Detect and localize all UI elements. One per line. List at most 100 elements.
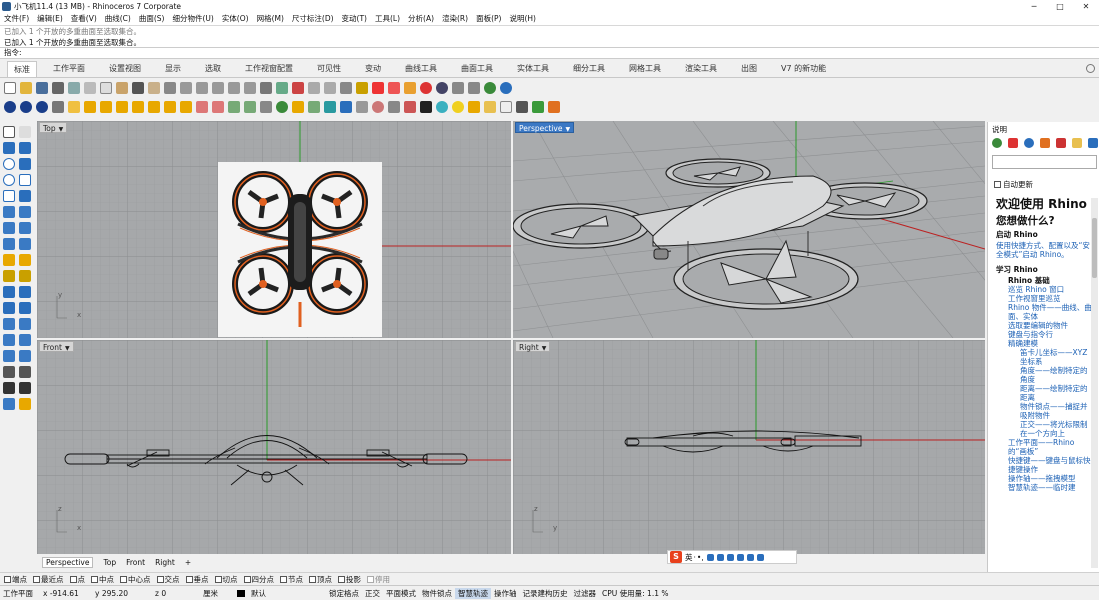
osnap-tangent[interactable]: 切点 [214,574,238,585]
properties-panel-icon[interactable] [992,138,1002,148]
osnap-project[interactable]: 投影 [338,574,361,585]
import-icon[interactable] [68,82,80,94]
menu-analyze[interactable]: 分析(A) [408,13,434,24]
grid-icon[interactable] [3,366,15,378]
osnap-end[interactable]: 端点 [4,574,27,585]
minimize-button[interactable]: ─ [1021,0,1047,12]
checkmark-icon[interactable] [3,382,15,394]
vp-tab-front[interactable]: Front [126,558,145,567]
snapshot-icon[interactable] [452,82,464,94]
layers-panel-icon[interactable] [1008,138,1018,148]
material-icon[interactable] [404,82,416,94]
capture-icon[interactable] [516,101,528,113]
menu-help[interactable]: 说明(H) [509,13,536,24]
rendered-icon[interactable] [36,101,48,113]
hide-icon[interactable] [340,82,352,94]
help-link[interactable]: 工作视窗里巡览 [1008,294,1094,303]
help-sublink[interactable]: 物件锁点——捕捉并吸附物件 [1020,402,1094,420]
grasshopper-icon[interactable] [468,82,480,94]
osnap-intersection[interactable]: 交点 [156,574,180,585]
cylinder-icon[interactable] [3,238,15,250]
mesh-tool-icon[interactable] [19,238,31,250]
panel-scroll-thumb[interactable] [1092,218,1097,278]
extrude-tool-icon[interactable] [3,222,15,234]
tab-display[interactable]: 显示 [165,61,181,77]
vp-tab-top[interactable]: Top [103,558,116,567]
offset-curve-icon[interactable] [164,101,176,113]
polygon-icon[interactable] [3,190,15,202]
copy-icon[interactable] [100,82,112,94]
record-icon[interactable] [548,101,560,113]
zoom-icon[interactable] [180,82,192,94]
zoom-selected-icon[interactable] [228,82,240,94]
status-layer[interactable]: 默认 [234,588,326,599]
status-osnap[interactable]: 物件锁点 [419,588,455,599]
help-link[interactable]: 精确建模 [1008,339,1094,348]
tab-viewport-layout[interactable]: 工作视窗配置 [245,61,293,77]
chamfer-icon[interactable] [19,270,31,282]
right-viewport-label[interactable]: Right ▼ [515,341,551,352]
mesh-icon[interactable] [388,101,400,113]
osnap-vertex[interactable]: 顶点 [309,574,332,585]
osnap-knot[interactable]: 节点 [280,574,303,585]
help-link[interactable]: 工作平面——Rhino 的“画板” [1008,438,1094,456]
rectangle-icon[interactable] [148,101,160,113]
top-viewport[interactable]: Top ▼ y x [37,121,511,338]
status-planar[interactable]: 平面模式 [383,588,419,599]
menu-tools[interactable]: 工具(L) [375,13,400,24]
tab-solid-tools[interactable]: 实体工具 [517,61,549,77]
zoom-window-icon[interactable] [196,82,208,94]
status-smarttrack[interactable]: 智慧轨迹 [455,587,491,599]
new-file-icon[interactable] [4,82,16,94]
top-viewport-label[interactable]: Top ▼ [39,122,68,133]
toolbox-icon[interactable] [746,553,754,561]
box-tool-icon[interactable] [19,222,31,234]
menu-render[interactable]: 渲染(R) [442,13,468,24]
help-start-link[interactable]: 使用快捷方式、配置以及“安全模式”启动 Rhino。 [996,241,1094,259]
status-ortho[interactable]: 正交 [362,588,383,599]
vp-tab-perspective[interactable]: Perspective [42,556,94,568]
vp-tab-right[interactable]: Right [155,558,175,567]
revolve-icon[interactable] [356,101,368,113]
panel-search-input[interactable] [992,155,1097,169]
point-icon[interactable] [68,101,80,113]
analyze-icon[interactable] [19,350,31,362]
copy-tool-icon[interactable] [19,286,31,298]
extrude-icon[interactable] [308,101,320,113]
materials-panel-icon[interactable] [1040,138,1050,148]
maximize-button[interactable]: □ [1047,0,1073,12]
select-icon[interactable] [308,82,320,94]
tab-standard[interactable]: 标准 [7,61,37,77]
filter-icon[interactable] [324,82,336,94]
add-viewport-tab[interactable]: + [185,558,191,567]
render-preview-icon[interactable] [436,82,448,94]
polyline-icon[interactable] [84,101,96,113]
fillet-curve-icon[interactable] [180,101,192,113]
status-gumball[interactable]: 操作轴 [491,588,520,599]
status-history[interactable]: 记录建构历史 [520,588,571,599]
patch-icon[interactable] [19,206,31,218]
freeform-icon[interactable] [19,190,31,202]
solid-box-icon[interactable] [292,101,304,113]
osnap-disable[interactable]: 停用 [367,574,390,585]
explode-icon[interactable] [244,101,256,113]
play-icon[interactable] [532,101,544,113]
lock-icon[interactable] [356,82,368,94]
check-tool-icon[interactable] [19,382,31,394]
display-panel-icon[interactable] [1024,138,1034,148]
arc-tool-icon[interactable] [19,158,31,170]
scale-icon[interactable] [19,302,31,314]
menu-subd[interactable]: 细分物件(U) [172,13,213,24]
menu-edit[interactable]: 编辑(E) [37,13,63,24]
keyboard-icon[interactable] [716,553,724,561]
layout-icon[interactable] [500,101,512,113]
paste-icon[interactable] [116,82,128,94]
help-panel-icon[interactable] [1088,138,1098,148]
tab-cplanes[interactable]: 工作平面 [53,61,85,77]
mic-icon[interactable] [706,553,714,561]
ime-lang[interactable]: 英 [685,552,693,563]
tab-mesh-tools[interactable]: 网格工具 [629,61,661,77]
library-panel-icon[interactable] [1072,138,1082,148]
help-link[interactable]: 快捷键——键盘与鼠标快捷键操作 [1008,456,1094,474]
loft-icon[interactable] [324,101,336,113]
